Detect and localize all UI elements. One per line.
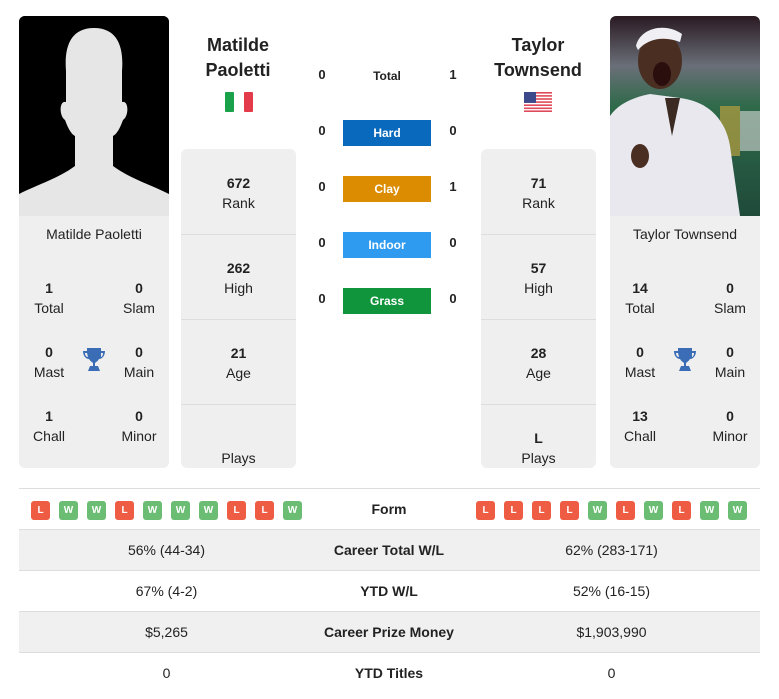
right-titles-minor: 0 Minor: [712, 408, 748, 444]
left-player-name[interactable]: Matilde Paoletti: [19, 226, 169, 242]
form-loss-badge[interactable]: L: [31, 501, 50, 520]
right-stat-age: 28 Age: [481, 319, 596, 405]
form-label: Form: [371, 501, 407, 517]
h2h-grass-right: 0: [449, 291, 457, 306]
right-stats-column: 71 Rank 57 High 28 Age L Plays: [481, 149, 596, 468]
right-titles-chall: 13 Chall: [624, 408, 656, 444]
form-loss-badge[interactable]: L: [672, 501, 691, 520]
left-value: 0: [162, 665, 171, 681]
right-titles-main: 0 Main: [714, 344, 746, 380]
form-loss-badge[interactable]: L: [532, 501, 551, 520]
left-heading-line2: Paoletti: [205, 60, 271, 80]
left-stats-column: 672 Rank 262 High 21 Age Plays: [181, 149, 296, 468]
left-player-photo: [19, 16, 169, 216]
right-titles-slam: 0 Slam: [714, 280, 746, 316]
h2h-hard-left: 0: [318, 123, 326, 138]
form-loss-badge[interactable]: L: [115, 501, 134, 520]
h2h-clay-left: 0: [318, 179, 326, 194]
surface-indoor-button[interactable]: Indoor: [343, 232, 431, 258]
form-loss-badge[interactable]: L: [227, 501, 246, 520]
right-stat-high: 57 High: [481, 234, 596, 320]
left-value: $5,265: [145, 624, 188, 640]
left-stat-plays: Plays: [221, 450, 256, 466]
right-stat-plays: L Plays: [521, 430, 556, 466]
surface-clay-button[interactable]: Clay: [343, 176, 431, 202]
row-label: YTD W/L: [360, 583, 418, 599]
left-value: 67% (4-2): [135, 583, 198, 599]
form-loss-badge[interactable]: L: [504, 501, 523, 520]
left-stat-high: 262 High: [181, 234, 296, 320]
form-win-badge[interactable]: W: [644, 501, 663, 520]
h2h-total-right: 1: [449, 67, 457, 82]
h2h-indoor-left: 0: [318, 235, 326, 250]
left-titles-minor: 0 Minor: [121, 408, 157, 444]
right-player-name[interactable]: Taylor Townsend: [610, 226, 760, 242]
form-loss-badge[interactable]: L: [476, 501, 495, 520]
left-player-heading[interactable]: Matilde Paoletti: [168, 33, 308, 83]
right-heading-line2: Townsend: [494, 60, 582, 80]
surface-grass-button[interactable]: Grass: [343, 288, 431, 314]
h2h-total-label: Total: [373, 69, 401, 83]
h2h-clay-right: 1: [449, 179, 457, 194]
left-titles-mast: 0 Mast: [33, 344, 65, 380]
right-value: 52% (16-15): [572, 583, 651, 599]
form-win-badge[interactable]: W: [199, 501, 218, 520]
usa-flag-icon: [524, 92, 552, 112]
right-value: $1,903,990: [576, 624, 647, 640]
table-row: 0 YTD Titles 0: [19, 652, 760, 694]
right-player-heading[interactable]: Taylor Townsend: [468, 33, 608, 83]
form-win-badge[interactable]: W: [171, 501, 190, 520]
left-titles-total: 1 Total: [34, 280, 64, 316]
form-win-badge[interactable]: W: [143, 501, 162, 520]
form-loss-badge[interactable]: L: [560, 501, 579, 520]
surface-hard-button[interactable]: Hard: [343, 120, 431, 146]
table-row: 56% (44-34) Career Total W/L 62% (283-17…: [19, 529, 760, 571]
form-loss-badge[interactable]: L: [255, 501, 274, 520]
row-label: YTD Titles: [354, 665, 424, 681]
trophy-icon: [83, 348, 105, 371]
form-loss-badge[interactable]: L: [616, 501, 635, 520]
right-stat-rank: 71 Rank: [481, 149, 596, 235]
left-stat-rank: 672 Rank: [181, 149, 296, 235]
right-titles-mast: 0 Mast: [624, 344, 656, 380]
h2h-indoor-right: 0: [449, 235, 457, 250]
left-titles-slam: 0 Slam: [123, 280, 155, 316]
right-player-photo: [610, 16, 760, 216]
trophy-icon: [674, 348, 696, 371]
right-value: 62% (283-171): [565, 542, 658, 558]
form-win-badge[interactable]: W: [588, 501, 607, 520]
table-row: $5,265 Career Prize Money $1,903,990: [19, 611, 760, 653]
h2h-grass-left: 0: [318, 291, 326, 306]
form-win-badge[interactable]: W: [700, 501, 719, 520]
form-win-badge[interactable]: W: [87, 501, 106, 520]
table-row: 67% (4-2) YTD W/L 52% (16-15): [19, 570, 760, 612]
row-label: Career Total W/L: [333, 542, 445, 558]
h2h-hard-right: 0: [449, 123, 457, 138]
silhouette-icon: [19, 16, 169, 216]
left-titles-main: 0 Main: [123, 344, 155, 380]
player-photo-image: [610, 16, 760, 216]
form-win-badge[interactable]: W: [728, 501, 747, 520]
right-heading-line1: Taylor: [511, 35, 565, 55]
row-label: Career Prize Money: [324, 624, 454, 640]
left-heading-line1: Matilde: [206, 35, 269, 55]
left-stat-age: 21 Age: [181, 319, 296, 405]
left-titles-chall: 1 Chall: [33, 408, 65, 444]
right-value: 0: [607, 665, 616, 681]
italy-flag-icon: [225, 92, 253, 112]
left-value: 56% (44-34): [127, 542, 206, 558]
form-row: LWWLWWWLLW Form LLLLWLWLWW: [19, 488, 760, 530]
form-win-badge[interactable]: W: [59, 501, 78, 520]
h2h-total-left: 0: [318, 67, 326, 82]
right-titles-total: 14 Total: [625, 280, 655, 316]
